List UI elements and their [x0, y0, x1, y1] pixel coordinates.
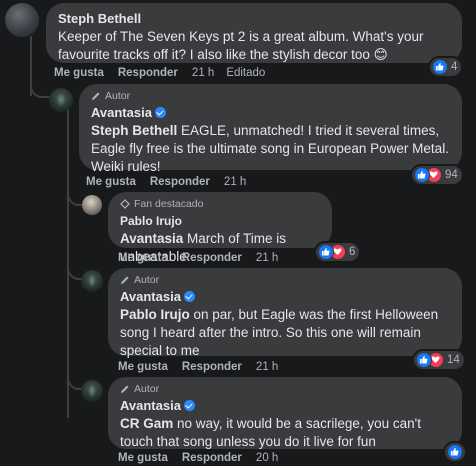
- pencil-icon: [121, 385, 129, 393]
- like-button[interactable]: Me gusta: [118, 361, 168, 373]
- avatar[interactable]: [49, 88, 73, 112]
- reaction-count: 4: [451, 61, 458, 73]
- like-reaction-icon: [414, 167, 430, 183]
- reply-button[interactable]: Responder: [182, 361, 242, 373]
- timestamp[interactable]: 20 h: [256, 452, 278, 464]
- like-reaction-icon: [432, 59, 448, 75]
- comment-author[interactable]: Steph Bethell: [58, 11, 141, 26]
- like-button[interactable]: Me gusta: [118, 452, 168, 464]
- edited-label: Editado: [226, 67, 266, 79]
- badge-label: Fan destacado: [134, 198, 204, 210]
- mention[interactable]: Pablo Irujo: [120, 307, 190, 322]
- reaction-summary[interactable]: 94: [410, 164, 464, 186]
- reaction-summary[interactable]: 14: [412, 349, 466, 371]
- like-reaction-icon: [447, 444, 463, 460]
- avatar[interactable]: [5, 3, 39, 37]
- reaction-count: 14: [447, 354, 460, 366]
- verified-badge-icon: [154, 107, 166, 118]
- mention[interactable]: Avantasia: [120, 231, 183, 246]
- reaction-summary[interactable]: 6: [314, 241, 362, 263]
- verified-badge-icon: [183, 400, 195, 411]
- reply-button[interactable]: Responder: [118, 67, 178, 79]
- badge-label: Autor: [134, 274, 160, 286]
- reaction-summary[interactable]: [443, 441, 467, 463]
- reaction-count: 6: [349, 246, 356, 258]
- reaction-count: 94: [445, 169, 458, 181]
- timestamp[interactable]: 21 h: [256, 361, 278, 373]
- reply-button[interactable]: Responder: [182, 452, 242, 464]
- author-badge: Autor: [120, 274, 450, 286]
- avatar[interactable]: [81, 380, 103, 402]
- timestamp[interactable]: 21 h: [256, 252, 278, 264]
- comment-bubble: Autor Avantasia Steph Bethell EAGLE, unm…: [79, 84, 462, 174]
- comment-actions: Me gusta Responder 21 h Editado: [54, 67, 279, 79]
- comment-author[interactable]: Avantasia: [120, 398, 181, 413]
- thread-connector: [67, 188, 83, 206]
- comment-actions: Me gusta Responder 20 h: [118, 452, 290, 464]
- comment-text: Pablo Irujo on par, but Eagle was the fi…: [120, 306, 450, 360]
- comment-actions: Me gusta Responder 21 h: [118, 361, 290, 373]
- author-badge: Autor: [120, 383, 450, 395]
- comment-bubble: Autor Avantasia Pablo Irujo on par, but …: [108, 268, 462, 358]
- comment-bubble: Autor Avantasia CR Gam no way, it would …: [108, 377, 462, 449]
- avatar[interactable]: [82, 195, 102, 215]
- comment-bubble: Fan destacado Pablo Irujo Avantasia Marc…: [108, 192, 332, 264]
- comment-text: Keeper of The Seven Keys pt 2 is a great…: [58, 29, 424, 62]
- author-badge: Fan destacado: [120, 198, 320, 210]
- comment-actions: Me gusta Responder 21 h: [86, 176, 258, 188]
- comment-author[interactable]: Avantasia: [91, 105, 152, 120]
- pencil-icon: [121, 276, 129, 284]
- reaction-summary[interactable]: 4: [428, 56, 464, 78]
- like-reaction-icon: [318, 244, 334, 260]
- badge-label: Autor: [134, 383, 160, 395]
- badge-label: Autor: [105, 90, 131, 102]
- thread-connector: [30, 78, 50, 98]
- avatar[interactable]: [81, 270, 103, 292]
- like-button[interactable]: Me gusta: [118, 252, 168, 264]
- comment-author[interactable]: Avantasia: [120, 289, 181, 304]
- verified-badge-icon: [183, 291, 195, 302]
- comment-actions: Me gusta Responder 21 h: [118, 252, 290, 264]
- timestamp[interactable]: 21 h: [192, 67, 214, 79]
- timestamp[interactable]: 21 h: [224, 176, 246, 188]
- comment-text: Steph Bethell EAGLE, unmatched! I tried …: [91, 122, 450, 176]
- comment-bubble: Steph Bethell Keeper of The Seven Keys p…: [46, 3, 462, 63]
- pencil-icon: [92, 92, 100, 100]
- comment-author[interactable]: Pablo Irujo: [120, 214, 182, 228]
- like-button[interactable]: Me gusta: [86, 176, 136, 188]
- like-button[interactable]: Me gusta: [54, 67, 104, 79]
- reply-button[interactable]: Responder: [182, 252, 242, 264]
- fan-badge-icon: [120, 199, 130, 209]
- reply-button[interactable]: Responder: [150, 176, 210, 188]
- mention[interactable]: CR Gam: [120, 416, 173, 431]
- mention[interactable]: Steph Bethell: [91, 123, 177, 138]
- comment-text: CR Gam no way, it would be a sacrilege, …: [120, 415, 450, 451]
- author-badge: Autor: [91, 90, 450, 102]
- like-reaction-icon: [416, 352, 432, 368]
